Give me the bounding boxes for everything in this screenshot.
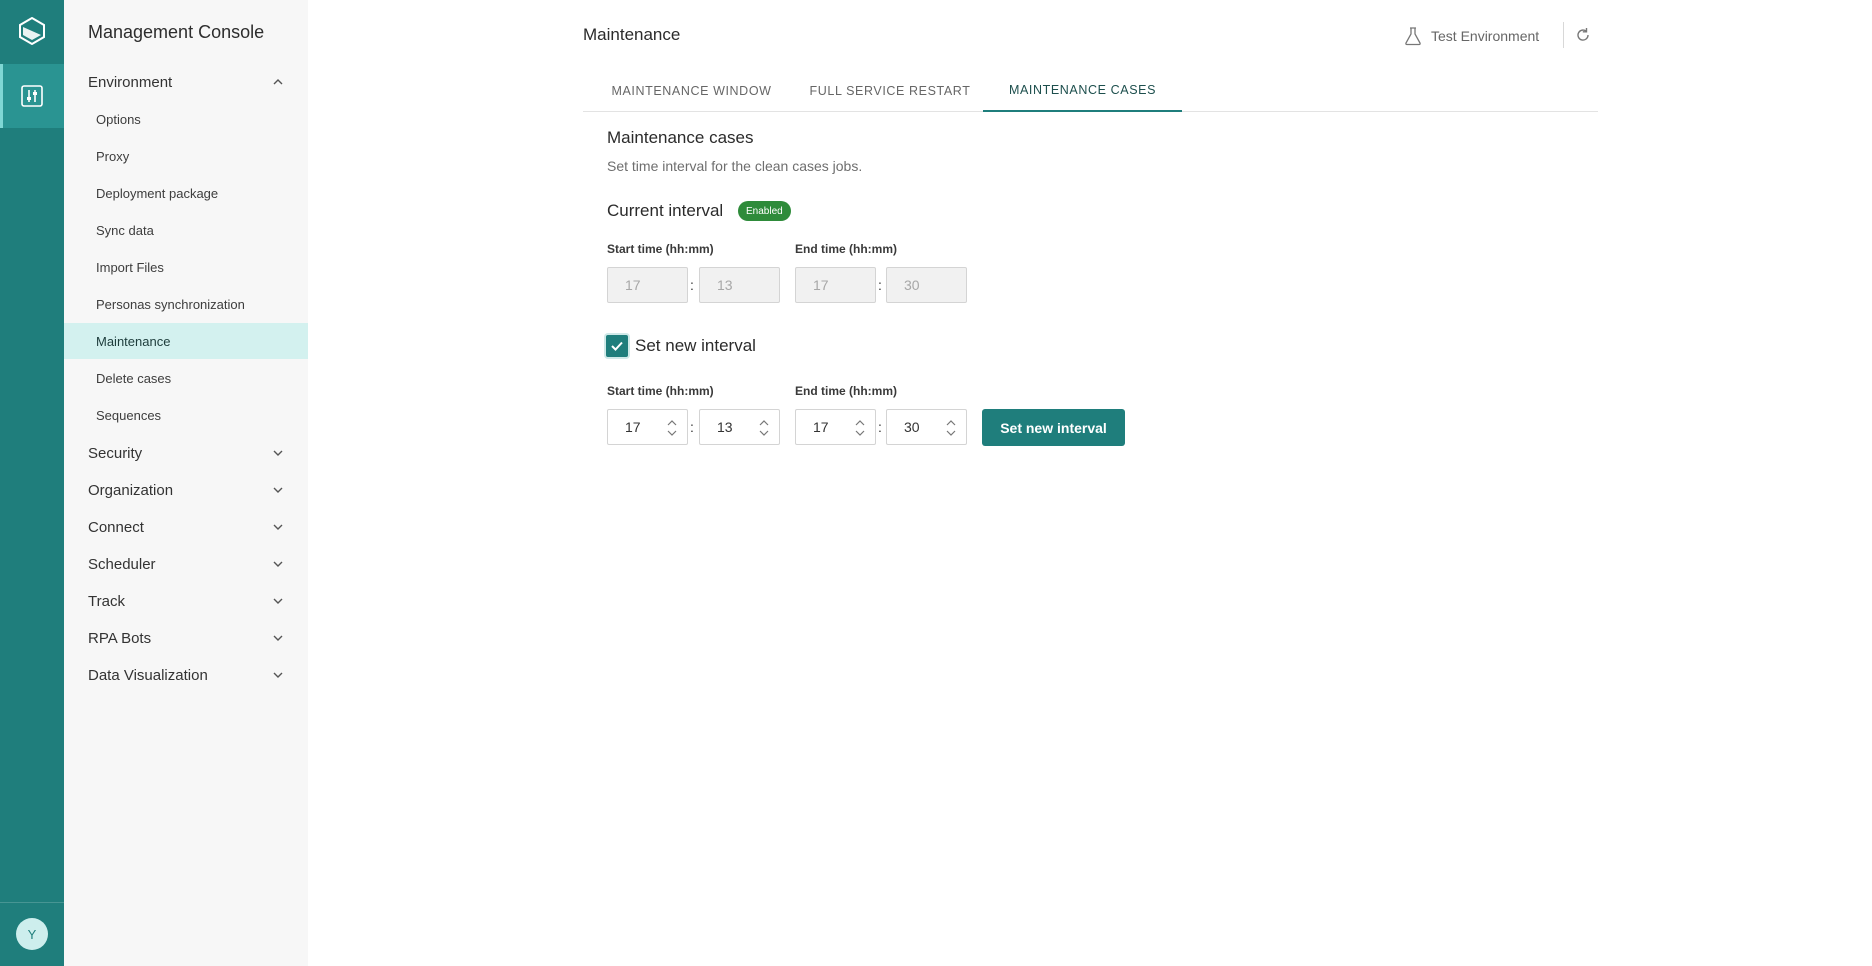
sidebar-group-data-visualization[interactable]: Data Visualization [64,660,308,690]
app-rail: Y [0,0,64,966]
new-start-hour-stepper[interactable]: 17 [607,409,688,445]
page-title: Maintenance [583,25,681,44]
environment-indicator: Test Environment [1403,24,1539,48]
sidebar-group-label: Connect [88,518,144,536]
refresh-icon[interactable] [1574,26,1592,44]
flask-icon [1405,27,1421,46]
current-end-minute-field: 30 [886,267,967,303]
checkmark-icon [611,341,623,351]
sidebar-group-security[interactable]: Security [64,438,308,468]
chevron-down-icon [273,635,283,641]
sidebar-group-label: Organization [88,481,174,499]
new-end-minute-stepper[interactable]: 30 [886,409,967,445]
time-separator: : [878,419,882,435]
sidebar-group-label: Data Visualization [88,666,208,684]
current-start-hour-field: 17 [607,267,688,303]
header-divider [1563,22,1564,48]
new-start-hour-value: 17 [625,419,641,435]
current-start-minute-field: 13 [699,267,780,303]
app-title: Management Console [88,22,265,42]
rail-divider [0,902,64,903]
new-start-minute-stepper[interactable]: 13 [699,409,780,445]
sidebar-group-label: Track [88,592,125,610]
sidebar-item-sequences[interactable]: Sequences [64,400,308,430]
current-interval-title: Current interval [607,201,724,220]
sidebar-group-organization[interactable]: Organization [64,475,308,505]
set-new-interval-checkbox[interactable] [606,335,628,357]
sidebar-item-maintenance[interactable]: Maintenance [64,323,308,359]
chevron-down-icon [273,450,283,456]
new-end-hour-stepper[interactable]: 17 [795,409,876,445]
tab-maintenance-window[interactable]: MAINTENANCE WINDOW [583,70,800,112]
new-start-minute-value: 13 [717,419,733,435]
sidebar-item-sync-data[interactable]: Sync data [64,215,308,245]
spinner-arrows-icon[interactable] [946,419,956,437]
tab-bar: MAINTENANCE WINDOW FULL SERVICE RESTART … [583,70,1598,112]
sidebar-item-delete-cases[interactable]: Delete cases [64,363,308,393]
time-separator: : [878,277,882,293]
sidebar-group-label: Security [88,444,143,462]
status-badge: Enabled [738,201,791,221]
chevron-up-icon [273,79,283,85]
sidebar-item-options[interactable]: Options [64,104,308,134]
new-end-hour-value: 17 [813,419,829,435]
sidebar: Management Console Environment Options P… [64,0,308,966]
sidebar-group-scheduler[interactable]: Scheduler [64,549,308,579]
new-end-label: End time (hh:mm) [795,384,897,398]
sidebar-group-label: Environment [88,73,173,91]
environment-label: Test Environment [1431,28,1540,44]
chevron-down-icon [273,561,283,567]
sidebar-group-track[interactable]: Track [64,586,308,616]
spinner-arrows-icon[interactable] [667,419,677,437]
tab-full-service-restart[interactable]: FULL SERVICE RESTART [800,70,980,112]
time-separator: : [690,277,694,293]
sidebar-item-proxy[interactable]: Proxy [64,141,308,171]
main-panel: Maintenance Test Environment MAINTENANCE… [308,0,1872,966]
time-separator: : [690,419,694,435]
current-end-label: End time (hh:mm) [795,242,897,256]
sidebar-group-label: Scheduler [88,555,156,573]
user-avatar[interactable]: Y [16,918,48,950]
sidebar-item-deployment-package[interactable]: Deployment package [64,178,308,208]
new-start-label: Start time (hh:mm) [607,384,714,398]
new-end-minute-value: 30 [904,419,920,435]
section-title: Maintenance cases [607,128,754,147]
spinner-arrows-icon[interactable] [855,419,865,437]
set-new-interval-button[interactable]: Set new interval [982,409,1125,446]
sidebar-group-connect[interactable]: Connect [64,512,308,542]
settings-tool-icon[interactable] [0,64,64,128]
section-description: Set time interval for the clean cases jo… [607,158,863,174]
app-logo-icon[interactable] [0,0,64,62]
current-start-label: Start time (hh:mm) [607,242,714,256]
chevron-down-icon [273,598,283,604]
sidebar-group-environment[interactable]: Environment [64,67,308,97]
set-new-interval-label[interactable]: Set new interval [635,336,756,356]
chevron-down-icon [273,672,283,678]
tab-maintenance-cases[interactable]: MAINTENANCE CASES [983,70,1182,112]
current-end-hour-field: 17 [795,267,876,303]
sidebar-item-personas-synchronization[interactable]: Personas synchronization [64,289,308,319]
chevron-down-icon [273,487,283,493]
sidebar-item-import-files[interactable]: Import Files [64,252,308,282]
sidebar-group-label: RPA Bots [88,629,152,647]
sidebar-group-rpa-bots[interactable]: RPA Bots [64,623,308,653]
spinner-arrows-icon[interactable] [759,419,769,437]
chevron-down-icon [273,524,283,530]
